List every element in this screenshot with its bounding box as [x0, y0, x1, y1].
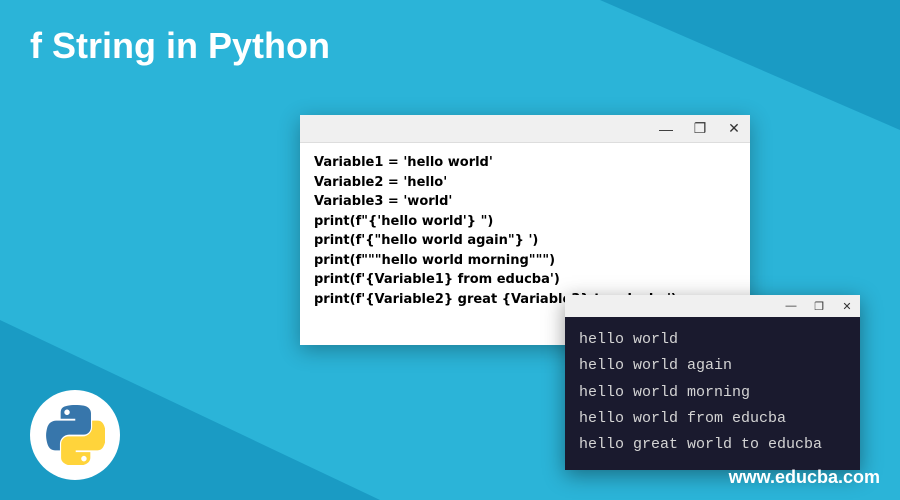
code-line: Variable3 = 'world' — [314, 192, 736, 212]
terminal-line: hello world again — [579, 353, 846, 379]
maximize-icon[interactable]: ❐ — [692, 120, 708, 137]
terminal-output: hello world hello world again hello worl… — [565, 317, 860, 468]
website-url: www.educba.com — [729, 467, 880, 488]
terminal-titlebar: — ❐ ✕ — [565, 295, 860, 317]
code-line: Variable1 = 'hello world' — [314, 153, 736, 173]
terminal-line: hello world — [579, 327, 846, 353]
code-line: print(f"""hello world morning""") — [314, 251, 736, 271]
code-line: print(f'{Variable1} from educba') — [314, 270, 736, 290]
maximize-icon[interactable]: ❐ — [812, 300, 826, 313]
code-line: print(f"{'hello world'} ") — [314, 212, 736, 232]
terminal-line: hello world morning — [579, 380, 846, 406]
python-logo — [30, 390, 120, 480]
code-line: print(f'{"hello world again"} ') — [314, 231, 736, 251]
page-title: f String in Python — [30, 25, 330, 67]
terminal-window: — ❐ ✕ hello world hello world again hell… — [565, 295, 860, 470]
code-content: Variable1 = 'hello world' Variable2 = 'h… — [300, 143, 750, 319]
minimize-icon[interactable]: — — [784, 300, 798, 312]
minimize-icon[interactable]: — — [658, 121, 674, 137]
terminal-line: hello world from educba — [579, 406, 846, 432]
code-line: Variable2 = 'hello' — [314, 173, 736, 193]
decorative-triangle-top — [600, 0, 900, 130]
terminal-line: hello great world to educba — [579, 432, 846, 458]
close-icon[interactable]: ✕ — [726, 120, 742, 137]
close-icon[interactable]: ✕ — [840, 300, 854, 313]
python-logo-icon — [45, 405, 105, 465]
code-window-titlebar: — ❐ ✕ — [300, 115, 750, 143]
